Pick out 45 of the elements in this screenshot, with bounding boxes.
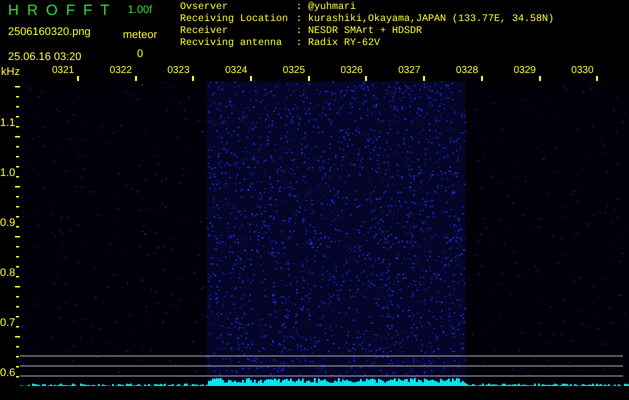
info-label: Recviving antenna <box>180 38 284 50</box>
time-label: 0327 <box>398 65 422 77</box>
time-tick <box>596 76 598 81</box>
time-tick <box>308 76 310 81</box>
time-label: 0323 <box>167 65 191 77</box>
unit-label: kHz <box>0 65 21 79</box>
time-tick <box>76 76 79 81</box>
frequency-label: 0.9 <box>0 217 16 229</box>
info-separator: : <box>296 26 304 38</box>
time-label: 0325 <box>282 65 306 77</box>
filename: 2506160320.png <box>8 25 92 40</box>
time-tick <box>250 76 252 81</box>
time-label: 0329 <box>514 65 537 77</box>
time-tick <box>192 76 194 81</box>
time-label: 0322 <box>110 65 133 77</box>
info-label: Receiver <box>180 26 230 38</box>
version-label: 1.00f <box>128 3 152 17</box>
info-label: Ovserver <box>180 2 230 14</box>
info-value: kurashiki,Okayama,JAPAN (133.77E, 34.58N) <box>308 14 554 26</box>
time-label: 0328 <box>456 65 480 77</box>
app-title: H R O F F T <box>8 2 110 20</box>
frequency-label: 0.6 <box>0 367 16 379</box>
info-value: NESDR SMArt + HDSDR <box>308 26 424 38</box>
info-separator: : <box>296 14 304 26</box>
frequency-label: 1.1 <box>0 117 16 129</box>
info-value: @yuhmari <box>308 2 358 14</box>
time-tick <box>538 76 541 81</box>
info-value: Radix RY-62V <box>308 38 382 50</box>
time-tick <box>480 76 483 81</box>
frequency-label: 0.8 <box>0 267 16 279</box>
time-tick <box>423 76 426 81</box>
time-label: 0324 <box>225 65 248 77</box>
info-separator: : <box>296 38 304 50</box>
frequency-label: 0.7 <box>0 317 16 329</box>
time-label: 0326 <box>340 65 364 77</box>
detection-label: meteor <box>122 28 158 43</box>
frequency-label: 1.0 <box>0 167 16 179</box>
detection-count: 0 <box>136 46 144 62</box>
time-label: 0330 <box>571 65 595 77</box>
time-tick <box>134 76 137 81</box>
time-label: 0321 <box>52 65 76 77</box>
info-label: Receiving Location <box>180 14 290 26</box>
time-tick <box>365 76 368 81</box>
info-separator: : <box>296 2 304 14</box>
datetime: 25.06.16 03:20 <box>8 50 82 64</box>
